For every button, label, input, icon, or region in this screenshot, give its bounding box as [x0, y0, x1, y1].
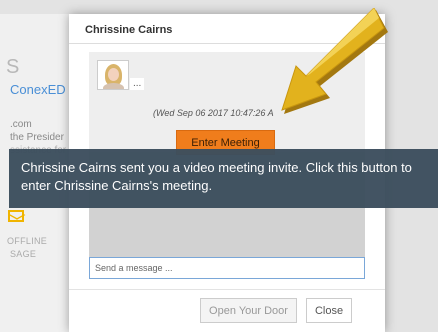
user-avatar — [97, 60, 129, 90]
meeting-invite-tooltip: Chrissine Cairns sent you a video meetin… — [9, 149, 438, 208]
footer-divider — [69, 289, 385, 290]
background-initial: S — [6, 56, 20, 78]
offline-message-label-suffix[interactable]: SAGE — [10, 249, 36, 259]
offline-message-label[interactable]: OFFLINE — [7, 236, 47, 246]
envelope-icon[interactable] — [8, 210, 24, 222]
open-your-door-button[interactable]: Open Your Door — [200, 298, 297, 323]
tooltip-text: Chrissine Cairns sent you a video meetin… — [21, 160, 412, 193]
message-input[interactable] — [89, 257, 365, 279]
message-timestamp: (Wed Sep 06 2017 10:47:26 A — [153, 108, 274, 118]
dialog-title: Chrissine Cairns — [85, 24, 173, 36]
pointer-arrow-icon — [281, 8, 388, 114]
background-email-text: .com — [10, 119, 32, 130]
background-company-link[interactable]: ConexED — [10, 82, 66, 97]
close-button[interactable]: Close — [306, 298, 352, 323]
background-role-text: the Presider — [10, 132, 64, 143]
more-options-icon[interactable]: ... — [130, 78, 145, 90]
